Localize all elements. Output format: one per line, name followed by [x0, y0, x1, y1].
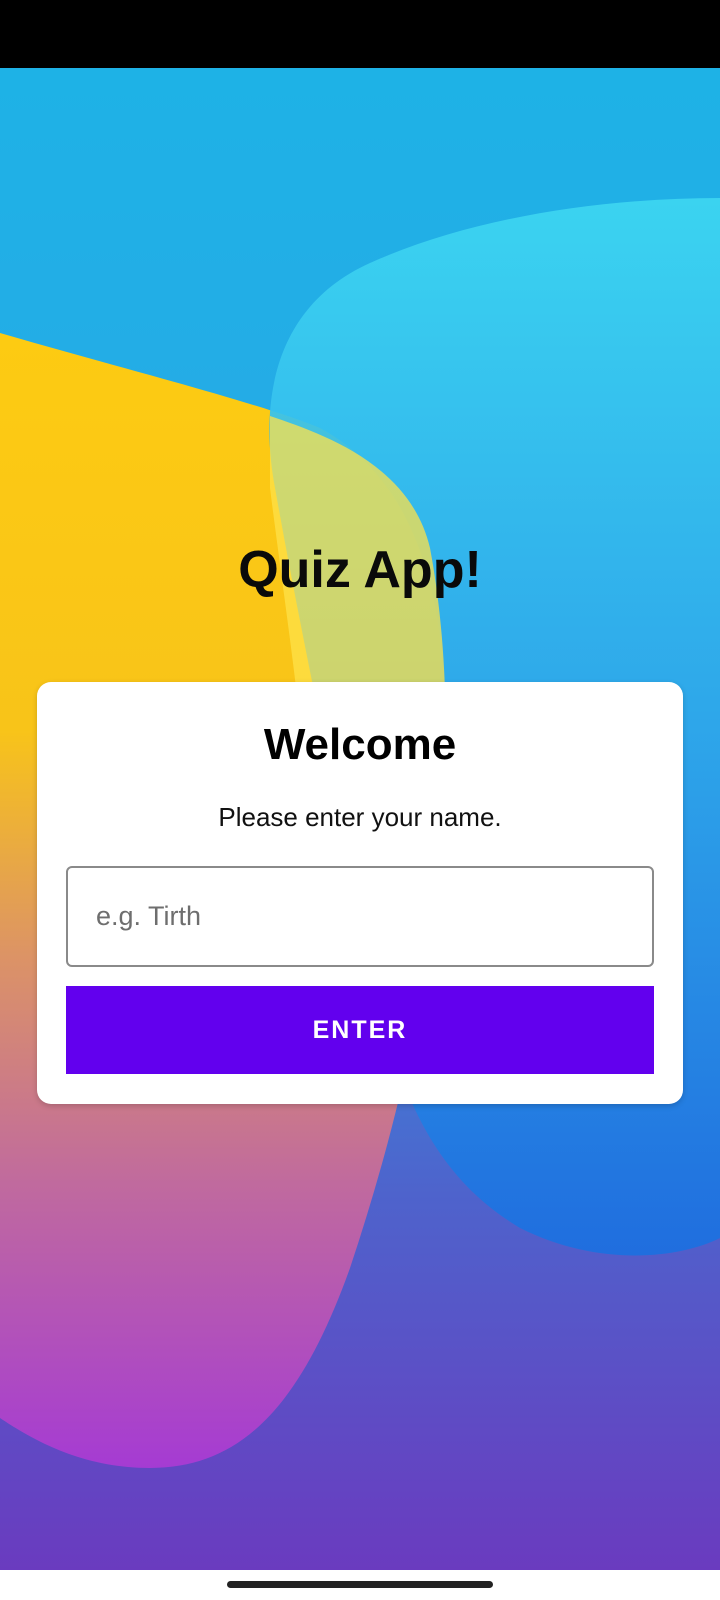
enter-button[interactable]: ENTER: [66, 986, 654, 1074]
name-input[interactable]: [66, 866, 654, 967]
name-prompt-text: Please enter your name.: [218, 802, 502, 832]
welcome-card: Welcome Please enter your name. ENTER: [37, 682, 683, 1104]
welcome-title: Welcome: [263, 720, 457, 769]
navigation-bar: [0, 1570, 720, 1600]
status-bar: [0, 0, 720, 68]
home-indicator[interactable]: [227, 1581, 493, 1588]
app-title: Quiz App!: [238, 541, 482, 599]
